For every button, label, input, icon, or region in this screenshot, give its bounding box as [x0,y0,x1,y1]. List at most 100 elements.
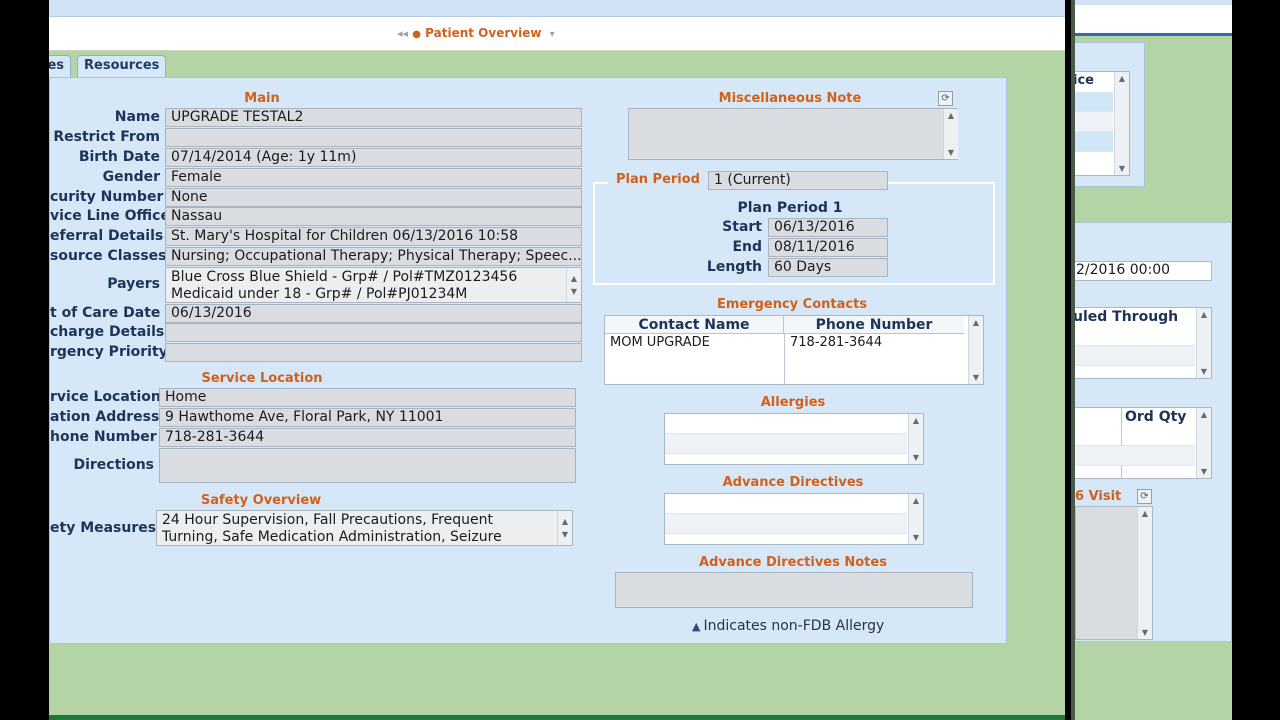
emergency-priority-field[interactable] [165,343,582,362]
scroll-down-icon[interactable]: ▼ [1197,367,1211,376]
refresh-icon[interactable]: ⟳ [938,91,953,106]
payers-field[interactable]: Blue Cross Blue Shield - Grp# / Pol#TMZ0… [165,267,582,303]
scroll-down-icon[interactable]: ▼ [1115,164,1129,173]
scroll-up-icon[interactable]: ▲ [909,416,923,425]
scroll-up-icon[interactable]: ▲ [1197,310,1211,319]
birth-date-field[interactable]: 07/14/2014 (Age: 1y 11m) [165,148,582,167]
scroll-up-icon[interactable]: ▲ [969,318,983,327]
nav-back-icon[interactable]: ◂◂ [397,27,408,40]
gender-field[interactable]: Female [165,168,582,187]
background-window: ice ▲ ▼ 2/2016 00:00 uled Through ▲ ▼ Or… [1071,0,1232,720]
safety-measures-field[interactable]: 24 Hour Supervision, Fall Precautions, F… [156,510,573,546]
scroll-down-icon[interactable]: ▼ [969,373,983,382]
advance-directives-list[interactable]: ▲ ▼ [664,493,924,545]
emergency-priority-label: rgency Priority [50,344,168,360]
scroll-up-icon[interactable]: ▲ [1138,509,1152,518]
resource-classes-field[interactable]: Nursing; Occupational Therapy; Physical … [165,247,582,266]
advance-directives-notes-title: Advance Directives Notes [699,555,887,570]
col-phone-number[interactable]: Phone Number [784,316,964,334]
service-line-office-field[interactable]: Nassau [165,207,582,226]
background-list[interactable]: ice ▲ ▼ [1073,71,1130,176]
restrict-from-label: Restrict From [53,129,160,145]
tab-previous[interactable]: es [49,55,71,77]
visit-list[interactable]: ▲ ▼ [1075,506,1153,640]
list-item [1075,346,1195,366]
background-top-strip [1075,0,1232,5]
plan-period-select[interactable]: 1 (Current) [708,171,888,190]
advance-directives-title: Advance Directives [722,475,864,490]
scroll-up-icon[interactable]: ▲ [1197,410,1211,419]
advance-directives-scrollbar[interactable]: ▲ ▼ [908,494,923,544]
list-item [665,494,907,514]
safety-scrollbar[interactable]: ▲ ▼ [557,511,572,545]
tab-resources[interactable]: Resources [77,55,167,77]
scroll-down-icon[interactable]: ▼ [1197,467,1211,476]
scroll-up-icon[interactable]: ▲ [909,496,923,505]
safety-line-1: 24 Hour Supervision, Fall Precautions, F… [162,512,493,528]
screen: ◂◂ ● Patient Overview ▾ es Resources Mai… [0,0,1280,720]
visit-scrollbar[interactable]: ▲ ▼ [1137,507,1152,639]
scroll-down-icon[interactable]: ▼ [909,533,923,542]
scheduled-through-header: uled Through [1073,309,1179,325]
list-item [1075,326,1195,346]
background-scrollbar[interactable]: ▲ ▼ [1114,72,1129,175]
allergies-list[interactable]: ▲ ▼ [664,413,924,465]
list-item [665,434,907,454]
scroll-down-icon[interactable]: ▼ [567,283,581,300]
patient-overview-window: ◂◂ ● Patient Overview ▾ es Resources Mai… [49,0,1065,720]
allergies-scrollbar[interactable]: ▲ ▼ [908,414,923,464]
advance-directives-notes-field[interactable] [615,572,973,608]
scroll-down-icon[interactable]: ▼ [909,453,923,462]
location-address-field[interactable]: 9 Hawthome Ave, Floral Park, NY 11001 [159,408,576,427]
refresh-icon[interactable]: ⟳ [1137,489,1152,504]
emergency-contacts-table: Contact Name Phone Number MOM UPGRADE 71… [604,315,984,385]
plan-end-label: End [732,239,762,255]
plan-end-field[interactable]: 08/11/2016 [768,238,888,257]
misc-note-field[interactable] [628,108,958,160]
emergency-contacts-title: Emergency Contacts [716,297,868,312]
allergies-title: Allergies [760,395,826,410]
plan-length-field[interactable]: 60 Days [768,258,888,277]
list-item [665,414,907,434]
scroll-down-icon[interactable]: ▼ [558,526,572,543]
phone-number-field[interactable]: 718-281-3644 [159,428,576,447]
service-line-office-label: vice Line Office [50,208,170,224]
scroll-down-icon[interactable]: ▼ [944,148,958,157]
scroll-down-icon[interactable]: ▼ [1138,628,1152,637]
scheduled-scrollbar[interactable]: ▲ ▼ [1196,308,1211,378]
directions-field[interactable] [159,448,576,483]
chevron-down-icon[interactable]: ▾ [550,29,555,40]
payers-scrollbar[interactable]: ▲ ▼ [566,268,581,302]
safety-line-2: Turning, Safe Medication Administration,… [162,529,502,545]
safety-measures-label: ety Measures [50,520,157,536]
name-label: Name [114,109,160,125]
plan-length-label: Length [706,259,762,275]
safety-overview-title: Safety Overview [200,493,322,508]
misc-note-scrollbar[interactable]: ▲ ▼ [943,109,958,159]
top-strip [49,0,1065,17]
scroll-up-icon[interactable]: ▲ [944,111,958,120]
discharge-details-field[interactable] [165,323,582,342]
order-scrollbar[interactable]: ▲ ▼ [1196,408,1211,478]
security-number-field[interactable]: None [165,188,582,207]
referral-details-field[interactable]: St. Mary's Hospital for Children 06/13/2… [165,227,582,246]
title-bar: ◂◂ ● Patient Overview ▾ [49,17,1065,51]
phone-number-label: hone Number [50,429,157,445]
overview-panel: Main Name UPGRADE TESTAL2 Restrict From … [49,77,1007,644]
service-location-field[interactable]: Home [159,388,576,407]
column-divider [784,334,785,384]
background-column-header: ice [1073,73,1094,88]
plan-start-field[interactable]: 06/13/2016 [768,218,888,237]
background-date-field[interactable]: 2/2016 00:00 [1075,261,1212,281]
phone-number-cell[interactable]: 718-281-3644 [790,334,882,352]
triangle-icon: ▲ [692,620,701,633]
col-contact-name[interactable]: Contact Name [605,316,784,334]
scheduled-through-table[interactable]: uled Through ▲ ▼ [1073,307,1212,379]
order-table[interactable]: Ord Qty ▲ ▼ [1075,407,1212,479]
contact-name-cell[interactable]: MOM UPGRADE [610,334,710,352]
restrict-from-field[interactable] [165,128,582,147]
start-of-care-date-field[interactable]: 06/13/2016 [165,304,582,323]
name-field[interactable]: UPGRADE TESTAL2 [165,108,582,127]
contacts-scrollbar[interactable]: ▲ ▼ [968,316,983,384]
scroll-up-icon[interactable]: ▲ [1115,74,1129,83]
